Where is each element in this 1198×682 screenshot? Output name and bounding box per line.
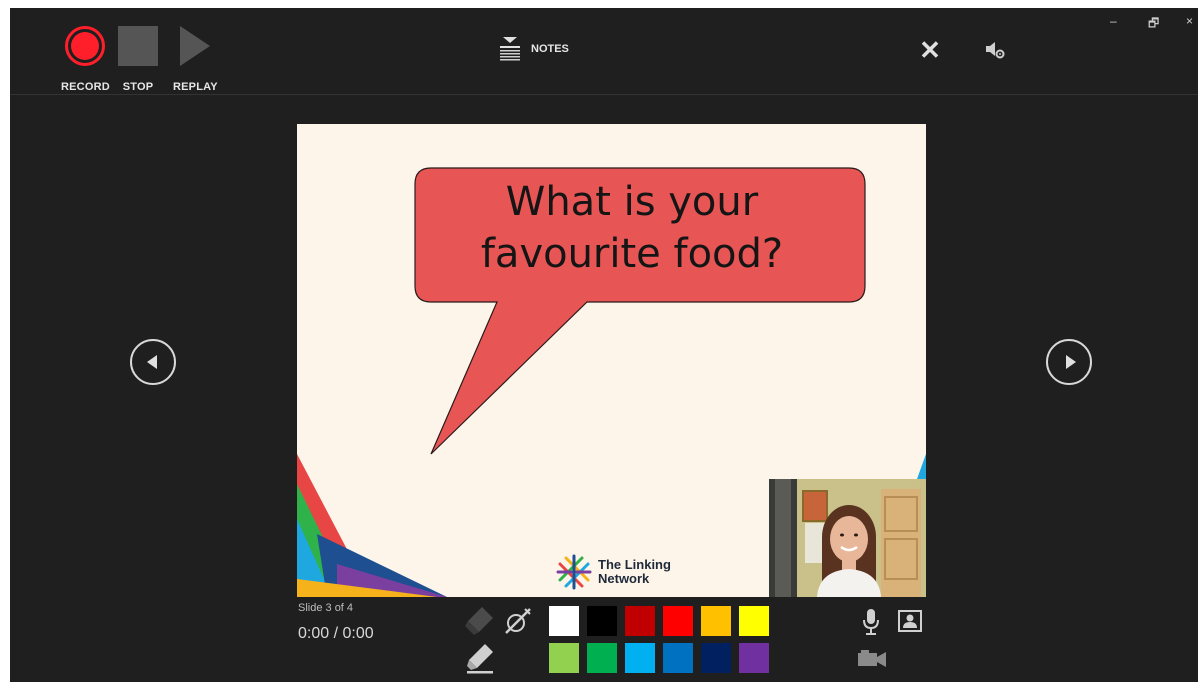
color-swatch-green[interactable] [587,643,617,673]
webcam-preview [769,479,926,597]
notes-label: NOTES [531,43,569,55]
stop-button[interactable]: STOP [118,25,158,93]
logo-line-2: Network [598,571,650,586]
recording-window: RECORD STOP REPLAY NOTES ✕ – 🗗 × What is… [10,8,1198,682]
color-swatch-orange[interactable] [701,606,731,636]
recording-toolbar: RECORD STOP REPLAY NOTES ✕ – 🗗 × [10,8,1198,95]
camera-icon[interactable] [857,649,887,669]
record-label: RECORD [61,81,110,93]
eraser-icon[interactable] [465,605,495,635]
record-button[interactable]: RECORD [61,25,110,93]
color-swatch-white[interactable] [549,606,579,636]
color-swatch-yellow[interactable] [739,606,769,636]
audio-settings-icon[interactable] [985,40,1005,60]
question-line-1: What is your [505,179,759,225]
logo-line-1: The Linking [598,557,671,572]
highlighter-icon[interactable] [465,642,495,674]
notes-icon [500,37,520,61]
replay-label: REPLAY [173,81,218,93]
linking-network-logo: The Linking Network [556,554,671,590]
stop-icon [118,25,158,67]
next-slide-button[interactable] [1046,339,1092,385]
stop-label: STOP [122,81,154,93]
question-line-2: favourite food? [480,231,784,277]
slide-counter: Slide 3 of 4 [298,602,354,614]
window-close-icon[interactable]: × [1186,14,1193,28]
microphone-icon[interactable] [863,608,879,636]
close-icon[interactable]: ✕ [916,36,944,64]
pen-icon[interactable] [502,605,534,637]
color-swatch-light-blue[interactable] [625,643,655,673]
color-swatch-blue[interactable] [663,643,693,673]
replay-icon [180,25,211,67]
next-slide-icon [1065,355,1076,369]
color-swatch-dark-red[interactable] [625,606,655,636]
color-swatch-black[interactable] [587,606,617,636]
replay-button[interactable]: REPLAY [173,25,218,93]
record-icon [65,25,106,67]
color-swatch-red[interactable] [663,606,693,636]
restore-icon[interactable]: 🗗 [1148,14,1159,35]
webcam-feed-image [769,479,926,597]
question-text: What is your favourite food? [407,176,857,280]
minimize-icon[interactable]: – [1110,14,1117,28]
notes-button[interactable]: NOTES [499,35,569,63]
linking-network-logo-icon [556,554,592,590]
previous-slide-button[interactable] [130,339,176,385]
recording-timer: 0:00 / 0:00 [298,625,374,642]
color-swatch-purple[interactable] [739,643,769,673]
previous-slide-icon [146,355,157,369]
color-swatch-light-green[interactable] [549,643,579,673]
camera-preview-icon[interactable] [898,610,922,632]
color-swatch-dark-blue[interactable] [701,643,731,673]
